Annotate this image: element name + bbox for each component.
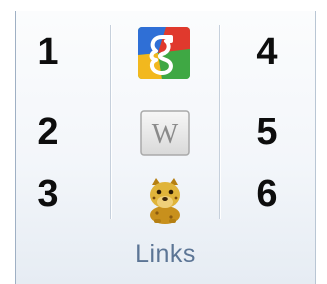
link-button-4[interactable]: 4: [247, 32, 287, 72]
link-button-5[interactable]: 5: [247, 112, 287, 152]
wikipedia-link-button[interactable]: W: [137, 105, 193, 161]
wikipedia-icon: W: [140, 110, 190, 156]
dog-icon: [150, 178, 180, 224]
links-ribbon-group: 1 2 3 W 4 5 6 Links: [15, 11, 316, 284]
google-icon: [138, 27, 190, 79]
left-separator: [110, 25, 112, 219]
link-button-6[interactable]: 6: [247, 174, 287, 214]
pet-link-button[interactable]: [137, 171, 193, 227]
svg-text:W: W: [152, 119, 179, 150]
right-separator: [219, 25, 221, 219]
link-button-2[interactable]: 2: [28, 112, 68, 152]
group-label: Links: [135, 240, 196, 268]
google-link-button[interactable]: [136, 25, 192, 81]
link-button-1[interactable]: 1: [28, 32, 68, 72]
link-button-3[interactable]: 3: [28, 174, 68, 214]
